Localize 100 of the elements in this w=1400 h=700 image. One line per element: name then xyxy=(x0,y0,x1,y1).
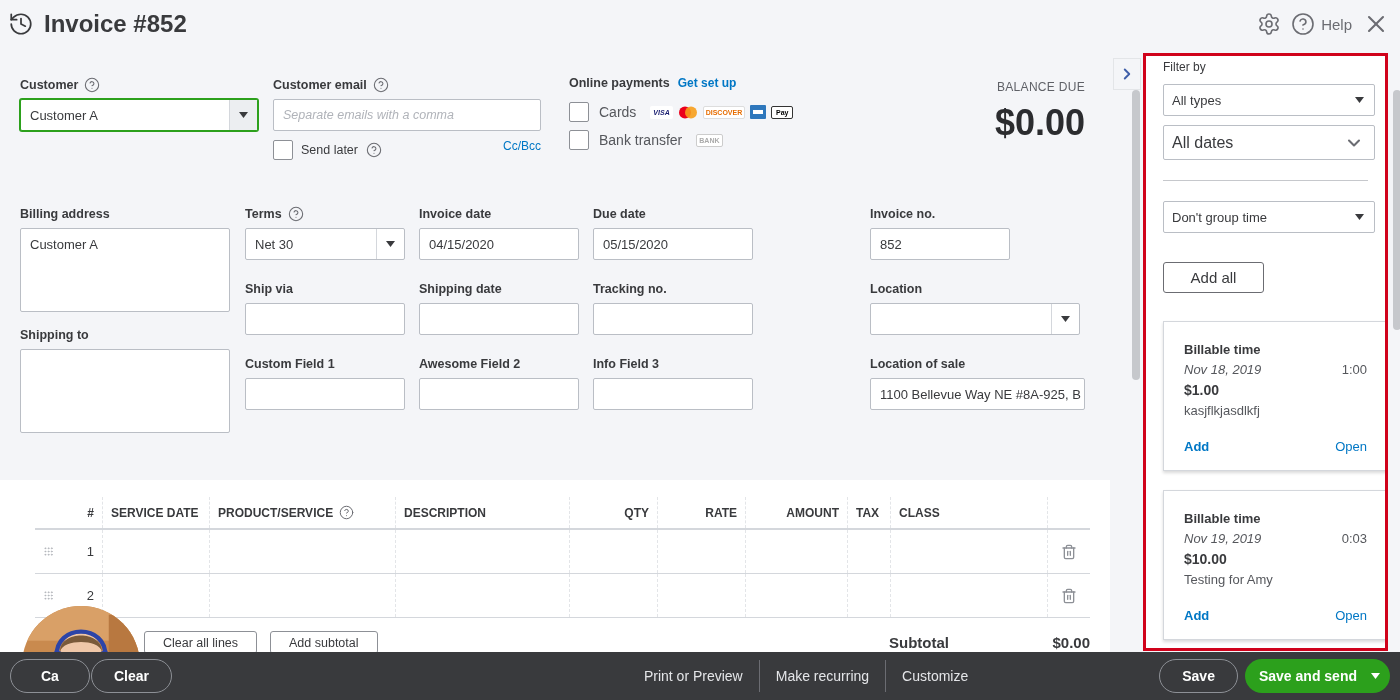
field-label: Ship via xyxy=(245,282,293,296)
footer-link[interactable]: Make recurring xyxy=(758,660,886,692)
input-field[interactable] xyxy=(245,378,405,410)
input-field[interactable] xyxy=(245,303,405,335)
address-field[interactable] xyxy=(20,349,230,433)
help-button[interactable]: Help xyxy=(1291,12,1352,36)
caret-icon xyxy=(1355,97,1364,103)
balance-amount: $0.00 xyxy=(994,102,1085,144)
select-field[interactable] xyxy=(870,303,1080,335)
card-duration: 0:03 xyxy=(1341,531,1367,546)
help-icon[interactable] xyxy=(84,77,101,93)
cc-bcc-link[interactable]: Cc/Bcc xyxy=(503,138,541,153)
field-label: Awesome Field 2 xyxy=(419,357,521,371)
expand-button[interactable] xyxy=(1113,58,1141,90)
select-field[interactable]: Net 30 xyxy=(245,228,405,260)
scrollbar[interactable] xyxy=(1132,90,1140,380)
amex-logo-icon xyxy=(750,105,767,119)
help-icon[interactable] xyxy=(372,77,389,93)
address-field[interactable]: Customer A xyxy=(20,228,230,312)
history-icon[interactable] xyxy=(8,11,34,37)
field-label: Online payments xyxy=(569,76,670,90)
add-all-button[interactable]: Add all xyxy=(1163,262,1264,293)
input-field[interactable] xyxy=(593,378,753,410)
field-label: Location of sale xyxy=(870,357,966,371)
field-label: Location xyxy=(870,282,923,296)
input-field[interactable]: 1100 Bellevue Way NE #8A-925, B xyxy=(870,378,1085,410)
card-description: Testing for Amy xyxy=(1184,572,1274,587)
input-field[interactable] xyxy=(419,303,579,335)
field-label: Customer xyxy=(20,78,79,92)
column-header: SERVICE DATE xyxy=(111,505,199,520)
table-button[interactable]: Clear all lines xyxy=(144,631,258,654)
card-amount: $10.00 xyxy=(1184,551,1228,567)
scrollbar[interactable] xyxy=(1393,90,1400,330)
card-date: Nov 18, 2019 xyxy=(1184,362,1262,377)
table-button[interactable]: Add subtotal xyxy=(270,631,378,654)
get-set-up-link[interactable]: Get set up xyxy=(677,76,737,90)
drag-handle-icon[interactable] xyxy=(43,589,54,602)
field-label: Due date xyxy=(593,207,646,221)
footer-link[interactable]: Customize xyxy=(885,660,985,692)
drag-handle-icon[interactable] xyxy=(43,545,54,558)
card-description: kasjflkjasdlkfj xyxy=(1184,403,1261,418)
mastercard-logo-icon xyxy=(677,105,698,119)
field-label: Invoice no. xyxy=(870,207,936,221)
column-header: QTY xyxy=(624,505,649,520)
page-title: Invoice #852 xyxy=(44,10,188,38)
column-header: CLASS xyxy=(899,505,940,520)
delete-icon[interactable] xyxy=(1061,587,1077,604)
caret-icon xyxy=(1355,214,1364,220)
field-label: Shipping to xyxy=(20,328,89,342)
add-link[interactable]: Add xyxy=(1184,608,1210,623)
checkbox[interactable] xyxy=(273,140,293,160)
filter-label: Filter by xyxy=(1163,60,1207,74)
card-date: Nov 19, 2019 xyxy=(1184,531,1262,546)
row-number: 1 xyxy=(86,544,94,559)
card-duration: 1:00 xyxy=(1341,362,1367,377)
settings-icon[interactable] xyxy=(1257,12,1282,36)
open-link[interactable]: Open xyxy=(1335,608,1367,623)
field-label: Customer email xyxy=(273,78,367,92)
caret-icon xyxy=(239,112,248,118)
card-amount: $1.00 xyxy=(1184,382,1221,398)
field-label: Info Field 3 xyxy=(593,357,659,371)
filter-select[interactable]: All dates xyxy=(1163,125,1375,160)
input-field[interactable]: 852 xyxy=(870,228,1010,260)
column-header: # xyxy=(87,505,94,520)
input-field[interactable] xyxy=(419,378,579,410)
help-icon[interactable] xyxy=(366,142,382,158)
field-label: Shipping date xyxy=(419,282,502,296)
checkbox[interactable] xyxy=(569,130,589,150)
filter-select[interactable]: All types xyxy=(1163,84,1375,116)
checkbox-label: Cards xyxy=(599,104,637,120)
card-title: Billable time xyxy=(1184,511,1262,526)
delete-icon[interactable] xyxy=(1061,543,1077,560)
help-icon[interactable] xyxy=(287,206,304,222)
add-link[interactable]: Add xyxy=(1184,439,1210,454)
field-label: Terms xyxy=(245,207,282,221)
checkbox-label: Bank transfer xyxy=(599,132,683,148)
customer-select[interactable]: Customer A xyxy=(20,99,258,131)
caret-icon xyxy=(1371,673,1380,679)
help-icon[interactable] xyxy=(339,505,355,520)
checkbox-label: Send later xyxy=(301,143,358,157)
subtotal-value: $0.00 xyxy=(1051,634,1090,651)
column-header: DESCRIPTION xyxy=(404,505,486,520)
field-label: Invoice date xyxy=(419,207,492,221)
column-header: AMOUNT xyxy=(786,505,839,520)
balance-label: BALANCE DUE xyxy=(997,80,1085,94)
input-field[interactable]: 04/15/2020 xyxy=(419,228,579,260)
open-link[interactable]: Open xyxy=(1335,439,1367,454)
footer-link[interactable]: Print or Preview xyxy=(627,660,759,692)
field-label: Billing address xyxy=(20,207,110,221)
checkbox[interactable] xyxy=(569,102,589,122)
caret-icon xyxy=(1061,316,1070,322)
input-field[interactable]: 05/15/2020 xyxy=(593,228,753,260)
help-icon xyxy=(1291,12,1316,36)
row-number: 2 xyxy=(86,588,94,603)
caret-icon xyxy=(386,241,395,247)
field-label: Tracking no. xyxy=(593,282,667,296)
filter-select[interactable]: Don't group time xyxy=(1163,201,1375,233)
input-field[interactable] xyxy=(593,303,753,335)
column-header: TAX xyxy=(856,505,880,520)
column-header: PRODUCT/SERVICE xyxy=(218,505,334,520)
